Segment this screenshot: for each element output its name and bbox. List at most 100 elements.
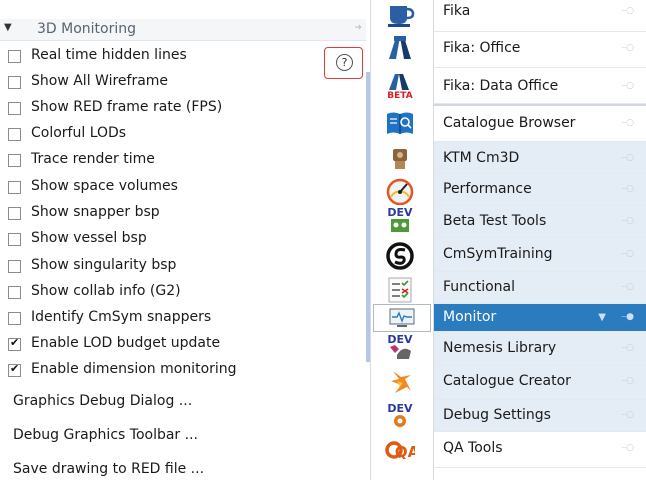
- extension-label: Nemesis Library: [443, 340, 557, 356]
- dev-label: DEV: [387, 206, 413, 219]
- functional-checklist-icon[interactable]: [385, 275, 415, 305]
- extension-qa-tools[interactable]: QA Tools ⎯○: [434, 432, 646, 468]
- extensions-list: Fika ⎯○ Fika: Office ⎯○ Fika: Data Offic…: [434, 0, 646, 480]
- extension-fika-office[interactable]: Fika: Office ⎯○: [434, 32, 646, 68]
- checkbox-box[interactable]: [8, 102, 21, 115]
- pin-icon[interactable]: ⎯○: [622, 443, 634, 453]
- checkbox-box[interactable]: [8, 181, 21, 194]
- checkbox-enable-lod-budget-update[interactable]: Enable LOD budget update: [0, 333, 340, 357]
- checkbox-colorful-lods[interactable]: Colorful LODs: [0, 123, 340, 147]
- pin-icon[interactable]: ⎯○: [622, 410, 634, 420]
- checkbox-box-checked[interactable]: [8, 362, 21, 377]
- checkbox-real-time-hidden-lines[interactable]: Real time hidden lines: [0, 45, 340, 69]
- checkbox-box[interactable]: [8, 260, 21, 273]
- fika-data-office-icon[interactable]: BETA: [385, 70, 415, 101]
- extension-beta-test-tools[interactable]: Beta Test Tools ⎯○: [434, 206, 646, 238]
- checkbox-box[interactable]: [8, 154, 21, 167]
- checkbox-show-vessel-bsp[interactable]: Show vessel bsp: [0, 228, 340, 252]
- monitor-icon: [389, 308, 415, 327]
- checkbox-show-collab-info[interactable]: Show collab info (G2): [0, 281, 340, 305]
- extension-catalogue-browser[interactable]: Catalogue Browser ⎯○: [434, 106, 646, 142]
- monitoring-panel: ▼ 3D Monitoring ➜ Real time hidden lines…: [0, 0, 366, 480]
- extension-label: Performance: [443, 181, 532, 197]
- checkbox-label: Colorful LODs: [31, 125, 127, 141]
- fika-office-icon[interactable]: [385, 33, 415, 63]
- checkbox-show-space-volumes[interactable]: Show space volumes: [0, 176, 340, 200]
- extension-label: Functional: [443, 279, 516, 295]
- checkbox-trace-render-time[interactable]: Trace render time: [0, 149, 340, 173]
- pin-icon[interactable]: ⎯○: [622, 43, 634, 53]
- save-drawing-red-file-button[interactable]: Save drawing to RED file ...: [13, 461, 204, 477]
- extension-label: Debug Settings: [443, 407, 551, 423]
- qa-tools-icon[interactable]: QA: [385, 435, 420, 465]
- graphics-debug-dialog-button[interactable]: Graphics Debug Dialog ...: [13, 393, 192, 409]
- checkbox-label: Show collab info (G2): [31, 283, 181, 299]
- pin-arrow-icon[interactable]: ➜: [354, 23, 362, 33]
- catalogue-browser-icon[interactable]: [385, 108, 415, 138]
- extension-label: Monitor: [443, 309, 497, 325]
- checkbox-enable-dimension-monitoring[interactable]: Enable dimension monitoring: [0, 359, 340, 383]
- extension-cmsymtraining[interactable]: CmSymTraining ⎯○: [434, 238, 646, 272]
- checkbox-box[interactable]: [8, 50, 21, 63]
- extension-label: CmSymTraining: [443, 246, 553, 262]
- dropdown-arrow-icon[interactable]: ▼: [598, 312, 606, 323]
- pin-icon[interactable]: ⎯○: [622, 343, 634, 353]
- extension-nemesis-library[interactable]: Nemesis Library ⎯○: [434, 332, 646, 366]
- monitor-icon-selected[interactable]: [373, 304, 431, 332]
- extension-fika-data-office[interactable]: Fika: Data Office ⎯○: [434, 68, 646, 104]
- checkbox-label: Real time hidden lines: [31, 47, 187, 63]
- debug-graphics-toolbar-button[interactable]: Debug Graphics Toolbar ...: [13, 427, 198, 443]
- pin-icon[interactable]: ⎯○: [622, 216, 634, 226]
- checkbox-show-all-wireframe[interactable]: Show All Wireframe: [0, 71, 340, 95]
- pin-icon[interactable]: ⎯○: [622, 184, 634, 194]
- pin-icon[interactable]: ⎯○: [622, 376, 634, 386]
- extension-functional[interactable]: Functional ⎯○: [434, 272, 646, 304]
- checkbox-box[interactable]: [8, 233, 21, 246]
- checkbox-box[interactable]: [8, 128, 21, 141]
- checkbox-identify-cmsym-snappers[interactable]: Identify CmSym snappers: [0, 307, 340, 331]
- extension-label: QA Tools: [443, 440, 503, 456]
- checkbox-label: Enable LOD budget update: [31, 335, 221, 351]
- fika-cup-icon[interactable]: [385, 0, 415, 28]
- section-title: 3D Monitoring: [37, 21, 137, 37]
- checkbox-box-checked[interactable]: [8, 336, 21, 351]
- debug-settings-icon[interactable]: DEV: [385, 401, 415, 431]
- pin-icon[interactable]: ⎯○: [622, 153, 634, 163]
- checkbox-box[interactable]: [8, 286, 21, 299]
- beta-test-tools-icon[interactable]: DEV: [385, 205, 415, 235]
- performance-gauge-icon[interactable]: [385, 175, 415, 206]
- extension-catalogue-creator[interactable]: Catalogue Creator ⎯○: [434, 366, 646, 400]
- extension-ktm-cm3d[interactable]: KTM Cm3D ⎯○: [434, 142, 646, 174]
- pin-icon[interactable]: ⎯○: [622, 6, 634, 16]
- checkbox-box[interactable]: [8, 312, 21, 325]
- collapse-triangle-icon[interactable]: ▼: [4, 22, 12, 33]
- catalogue-creator-icon[interactable]: [385, 367, 415, 397]
- pin-icon[interactable]: ⎯●: [622, 312, 634, 322]
- checkbox-show-snapper-bsp[interactable]: Show snapper bsp: [0, 202, 340, 226]
- ktm-cm3d-icon[interactable]: [385, 143, 415, 173]
- extension-debug-settings[interactable]: Debug Settings ⎯○: [434, 400, 646, 432]
- checkbox-box[interactable]: [8, 207, 21, 220]
- dev-label: DEV: [387, 333, 413, 346]
- pin-icon[interactable]: ⎯○: [622, 118, 634, 128]
- checkbox-show-singularity-bsp[interactable]: Show singularity bsp: [0, 255, 340, 279]
- extension-performance[interactable]: Performance ⎯○: [434, 174, 646, 206]
- checkbox-label: Trace render time: [31, 151, 155, 167]
- nemesis-library-icon[interactable]: DEV: [385, 333, 415, 363]
- extension-monitor[interactable]: Monitor ▼ ⎯●: [434, 304, 646, 332]
- pin-icon[interactable]: ⎯○: [622, 81, 634, 91]
- extension-label: Fika: [443, 3, 471, 19]
- extension-fika[interactable]: Fika ⎯○: [434, 0, 646, 32]
- checkbox-show-red-frame-rate[interactable]: Show RED frame rate (FPS): [0, 97, 340, 121]
- extension-label: Catalogue Creator: [443, 373, 571, 389]
- beta-label: BETA: [387, 91, 412, 100]
- help-button[interactable]: ?: [324, 47, 363, 79]
- checkbox-label: Identify CmSym snappers: [31, 309, 212, 325]
- pin-icon[interactable]: ⎯○: [622, 249, 634, 259]
- checkbox-label: Show RED frame rate (FPS): [31, 99, 223, 115]
- pin-icon[interactable]: ⎯○: [622, 282, 634, 292]
- extension-label: Fika: Office: [443, 40, 521, 56]
- section-header-3d-monitoring[interactable]: ▼ 3D Monitoring ➜: [0, 19, 366, 41]
- checkbox-box[interactable]: [8, 76, 21, 89]
- cmsym-training-icon[interactable]: [385, 241, 415, 271]
